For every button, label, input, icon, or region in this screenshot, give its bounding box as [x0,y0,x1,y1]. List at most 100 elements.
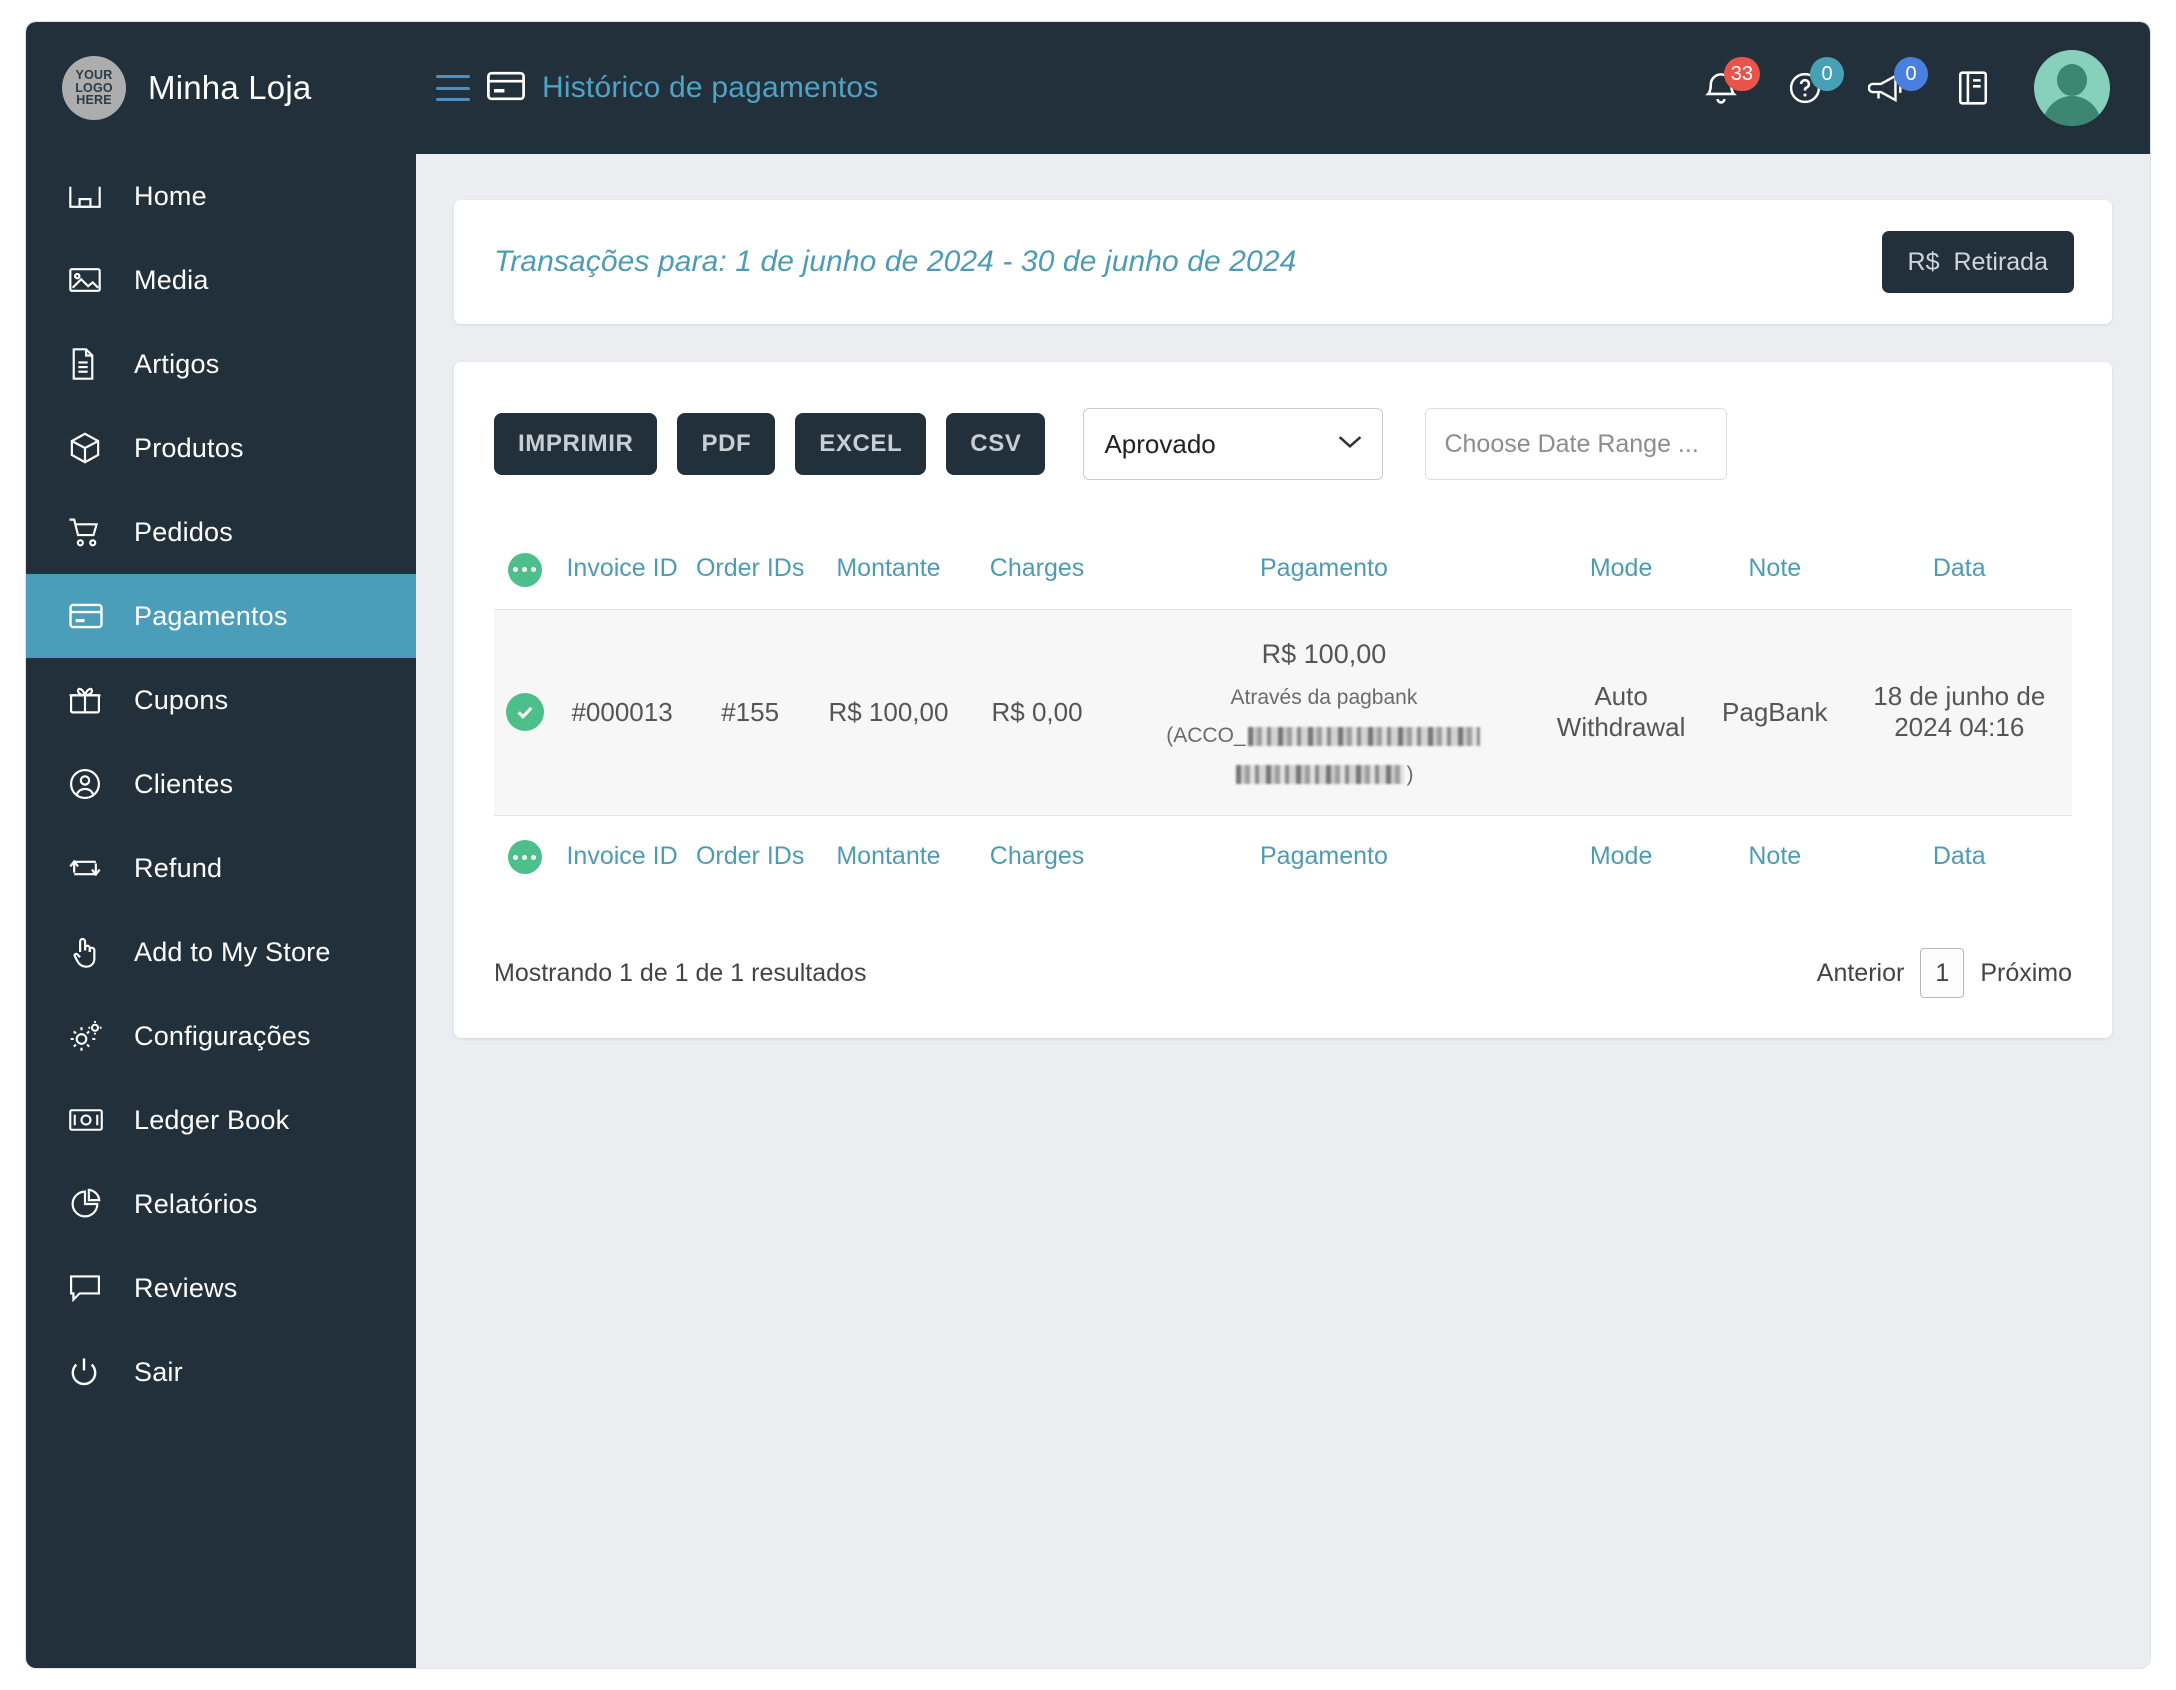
csv-button[interactable]: CSV [946,413,1046,475]
table-header-row: Invoice ID Order IDs Montante Charges Pa… [494,528,2072,610]
column-header-note[interactable]: Note [1703,528,1847,610]
pdf-button[interactable]: PDF [677,413,776,475]
sidebar-item-label: Artigos [134,348,220,379]
results-count: Mostrando 1 de 1 de 1 resultados [494,958,867,987]
logo-line-3: HERE [76,93,112,108]
gears-icon [68,1019,124,1053]
redacted-block [1236,765,1405,785]
export-toolbar: IMPRIMIR PDF EXCEL CSV Aprovado [494,408,2072,480]
pie-chart-icon [68,1187,124,1221]
check-circle-icon [505,693,544,732]
column-header-order-ids[interactable]: Order IDs [688,528,812,610]
column-header-date[interactable]: Data [1846,528,2072,610]
sidebar-item-sair[interactable]: Sair [26,1330,416,1414]
column-footer-order-ids[interactable]: Order IDs [688,814,812,897]
table-row[interactable]: #000013 #155 R$ 100,00 R$ 0,00 R$ 100,00… [494,609,2072,816]
transactions-header-card: Transações para: 1 de junho de 2024 - 30… [454,200,2112,324]
column-footer-amount[interactable]: Montante [811,814,966,897]
date-range-input[interactable] [1425,408,1728,480]
sidebar-item-cupons[interactable]: Cupons [26,658,416,742]
column-footer-date[interactable]: Data [1846,814,2072,897]
announcements-button[interactable]: 0 [1866,57,1928,113]
pagination-next[interactable]: Próximo [1980,959,2072,988]
pagination-page-1[interactable]: 1 [1920,948,1965,999]
sidebar-item-configuracoes[interactable]: Configurações [26,994,416,1078]
page-title: Histórico de pagamentos [542,71,879,104]
withdraw-label: Retirada [1953,247,2049,276]
document-icon [68,347,124,381]
sidebar-item-artigos[interactable]: Artigos [26,322,416,406]
sidebar-item-refund[interactable]: Refund [26,826,416,910]
table-actions-header[interactable] [494,528,556,610]
notifications-button[interactable]: 33 [1698,57,1760,113]
sidebar-item-media[interactable]: Media [26,238,416,322]
box-icon [68,431,124,465]
top-icons: 33 0 0 [1698,50,2150,126]
payment-ref-prefix: (ACCO_ [1166,724,1246,748]
avatar[interactable] [2034,50,2110,126]
status-filter: Aprovado [1083,408,1384,480]
column-footer-invoice-id[interactable]: Invoice ID [555,814,689,897]
sidebar-item-add-to-my-store[interactable]: Add to My Store [26,910,416,994]
ellipsis-icon[interactable] [507,840,542,875]
column-header-invoice-id[interactable]: Invoice ID [555,528,689,610]
payment-reference-redacted-line2: ) [1115,761,1533,789]
column-footer-charges[interactable]: Charges [965,814,1109,897]
knowledge-book-button[interactable] [1950,63,1996,113]
notifications-badge: 33 [1723,57,1760,91]
column-header-amount[interactable]: Montante [811,528,966,610]
credit-card-icon [486,70,526,107]
sidebar-item-home[interactable]: Home [26,154,416,238]
withdraw-button[interactable]: R$ Retirada [1881,231,2074,293]
sidebar-item-label: Configurações [134,1020,311,1051]
breadcrumb: Histórico de pagamentos [436,70,878,107]
app-window: YOUR LOGO HERE Minha Loja Histórico de p… [26,22,2150,1668]
user-circle-icon [68,767,124,801]
column-header-payment[interactable]: Pagamento [1108,528,1540,610]
sidebar-item-label: Add to My Store [134,936,331,967]
sidebar-item-ledger-book[interactable]: Ledger Book [26,1078,416,1162]
sidebar-item-clientes[interactable]: Clientes [26,742,416,826]
sidebar-item-relatorios[interactable]: Relatórios [26,1162,416,1246]
sidebar: Home Media Artigos Produtos Pedidos Paga… [26,154,416,1668]
column-header-charges[interactable]: Charges [965,528,1109,610]
print-button[interactable]: IMPRIMIR [494,413,658,475]
sidebar-item-pedidos[interactable]: Pedidos [26,490,416,574]
sidebar-item-label: Cupons [134,684,229,715]
cell-amount: R$ 100,00 [828,696,949,727]
status-select[interactable]: Aprovado [1083,408,1384,480]
payment-amount: R$ 100,00 [1261,638,1387,669]
top-bar: YOUR LOGO HERE Minha Loja Histórico de p… [26,22,2150,154]
column-header-mode[interactable]: Mode [1539,528,1704,610]
ellipsis-icon[interactable] [507,552,542,587]
sidebar-item-produtos[interactable]: Produtos [26,406,416,490]
column-footer-payment[interactable]: Pagamento [1108,814,1540,897]
cell-invoice-id[interactable]: #000013 [555,609,688,815]
sidebar-item-label: Sair [134,1356,183,1387]
brand[interactable]: YOUR LOGO HERE Minha Loja [26,56,416,120]
column-footer-mode[interactable]: Mode [1539,814,1704,897]
currency-symbol: R$ [1907,247,1940,276]
refund-arrows-icon [68,853,124,883]
hand-pointer-icon [68,935,124,969]
table-footer-row: Invoice ID Order IDs Montante Charges Pa… [494,814,2072,897]
transactions-range-title: Transações para: 1 de junho de 2024 - 30… [494,245,1297,278]
announcements-badge: 0 [1894,57,1928,91]
brand-name: Minha Loja [148,69,312,106]
hamburger-menu-icon[interactable] [436,75,470,101]
payment-via: Através da pagbank [1230,685,1418,709]
help-button[interactable]: 0 [1782,57,1844,113]
sidebar-item-pagamentos[interactable]: Pagamentos [26,574,416,658]
transactions-table: Invoice ID Order IDs Montante Charges Pa… [494,528,2072,897]
sidebar-item-label: Refund [134,852,223,883]
table-actions-footer[interactable] [494,814,556,897]
column-footer-note[interactable]: Note [1703,814,1847,897]
sidebar-item-reviews[interactable]: Reviews [26,1246,416,1330]
cell-date: 18 de junho de 2024 04:16 [1873,681,2046,743]
cart-icon [68,516,124,548]
help-badge: 0 [1810,57,1844,91]
excel-button[interactable]: EXCEL [795,413,927,475]
home-icon [68,181,124,211]
pagination-previous[interactable]: Anterior [1817,959,1905,988]
cell-order-ids[interactable]: #155 [689,609,812,815]
